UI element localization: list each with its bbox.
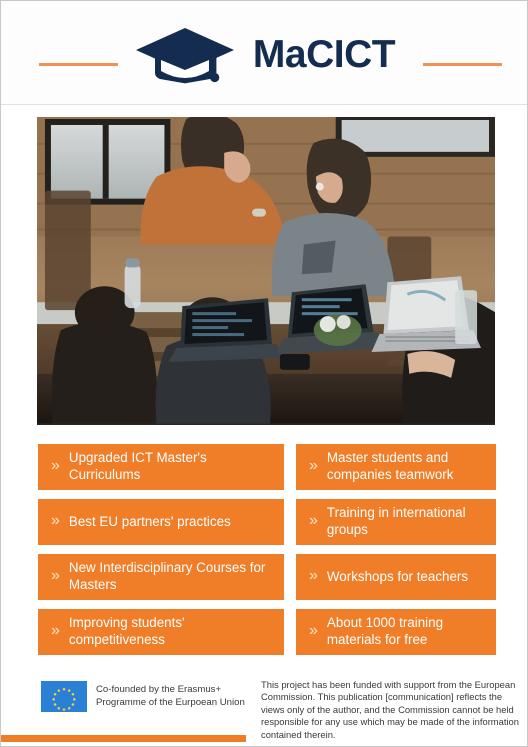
feature-label: Training in international groups [326,505,466,537]
feature-label: New Interdisciplinary Courses for Master… [68,560,266,592]
header-rule-left [39,63,118,66]
feature-item-workshops-teachers[interactable]: » Workshops for teachers [296,554,496,600]
feature-label: Improving students' competitiveness [68,615,185,647]
feature-label: Best EU partners' practices [68,513,231,529]
footer-accent-bar [1,735,246,742]
feature-item-student-competitiveness[interactable]: » Improving students' competitiveness [38,609,284,655]
chevron-double-right-icon: » [309,622,318,639]
eu-funding-text: Co-founded by the Erasmus+ Programme of … [96,684,245,708]
feature-label: Upgraded ICT Master's Curriculums [68,450,207,482]
feature-item-upgraded-curriculums[interactable]: » Upgraded ICT Master's Curriculums [38,444,284,490]
feature-item-eu-partners-practices[interactable]: » Best EU partners' practices [38,499,284,545]
header-rule-right [423,63,502,66]
footer: Co-founded by the Erasmus+ Programme of … [1,668,527,746]
chevron-double-right-icon: » [309,512,318,529]
eu-funding-block: Co-founded by the Erasmus+ Programme of … [41,677,248,712]
flyer-page: MaCICT » Upgraded ICT Master's Curriculu… [0,0,528,747]
graduation-cap-icon [135,27,234,83]
chevron-double-right-icon: » [51,622,60,639]
feature-item-interdisciplinary-courses[interactable]: » New Interdisciplinary Courses for Mast… [38,554,284,600]
feature-item-students-companies-teamwork[interactable]: » Master students and companies teamwork [296,444,496,490]
chevron-double-right-icon: » [51,512,60,529]
feature-label: About 1000 training materials for free [326,615,444,647]
hero-photo-image [37,117,495,424]
chevron-double-right-icon: » [51,567,60,584]
hero-photo [37,117,495,425]
brand-logo: MaCICT [133,25,396,85]
chevron-double-right-icon: » [309,457,318,474]
feature-item-international-training[interactable]: » Training in international groups [296,499,496,545]
brand-name: MaCICT [252,33,396,76]
header: MaCICT [1,1,527,105]
chevron-double-right-icon: » [51,457,60,474]
feature-label: Master students and companies teamwork [326,450,454,482]
feature-grid: » Upgraded ICT Master's Curriculums » Ma… [38,444,496,655]
chevron-double-right-icon: » [309,567,318,584]
feature-item-free-training-materials[interactable]: » About 1000 training materials for free [296,609,496,655]
funding-disclaimer: This project has been funded with suppor… [261,679,519,740]
eu-flag-icon [41,681,87,712]
feature-label: Workshops for teachers [326,568,469,584]
